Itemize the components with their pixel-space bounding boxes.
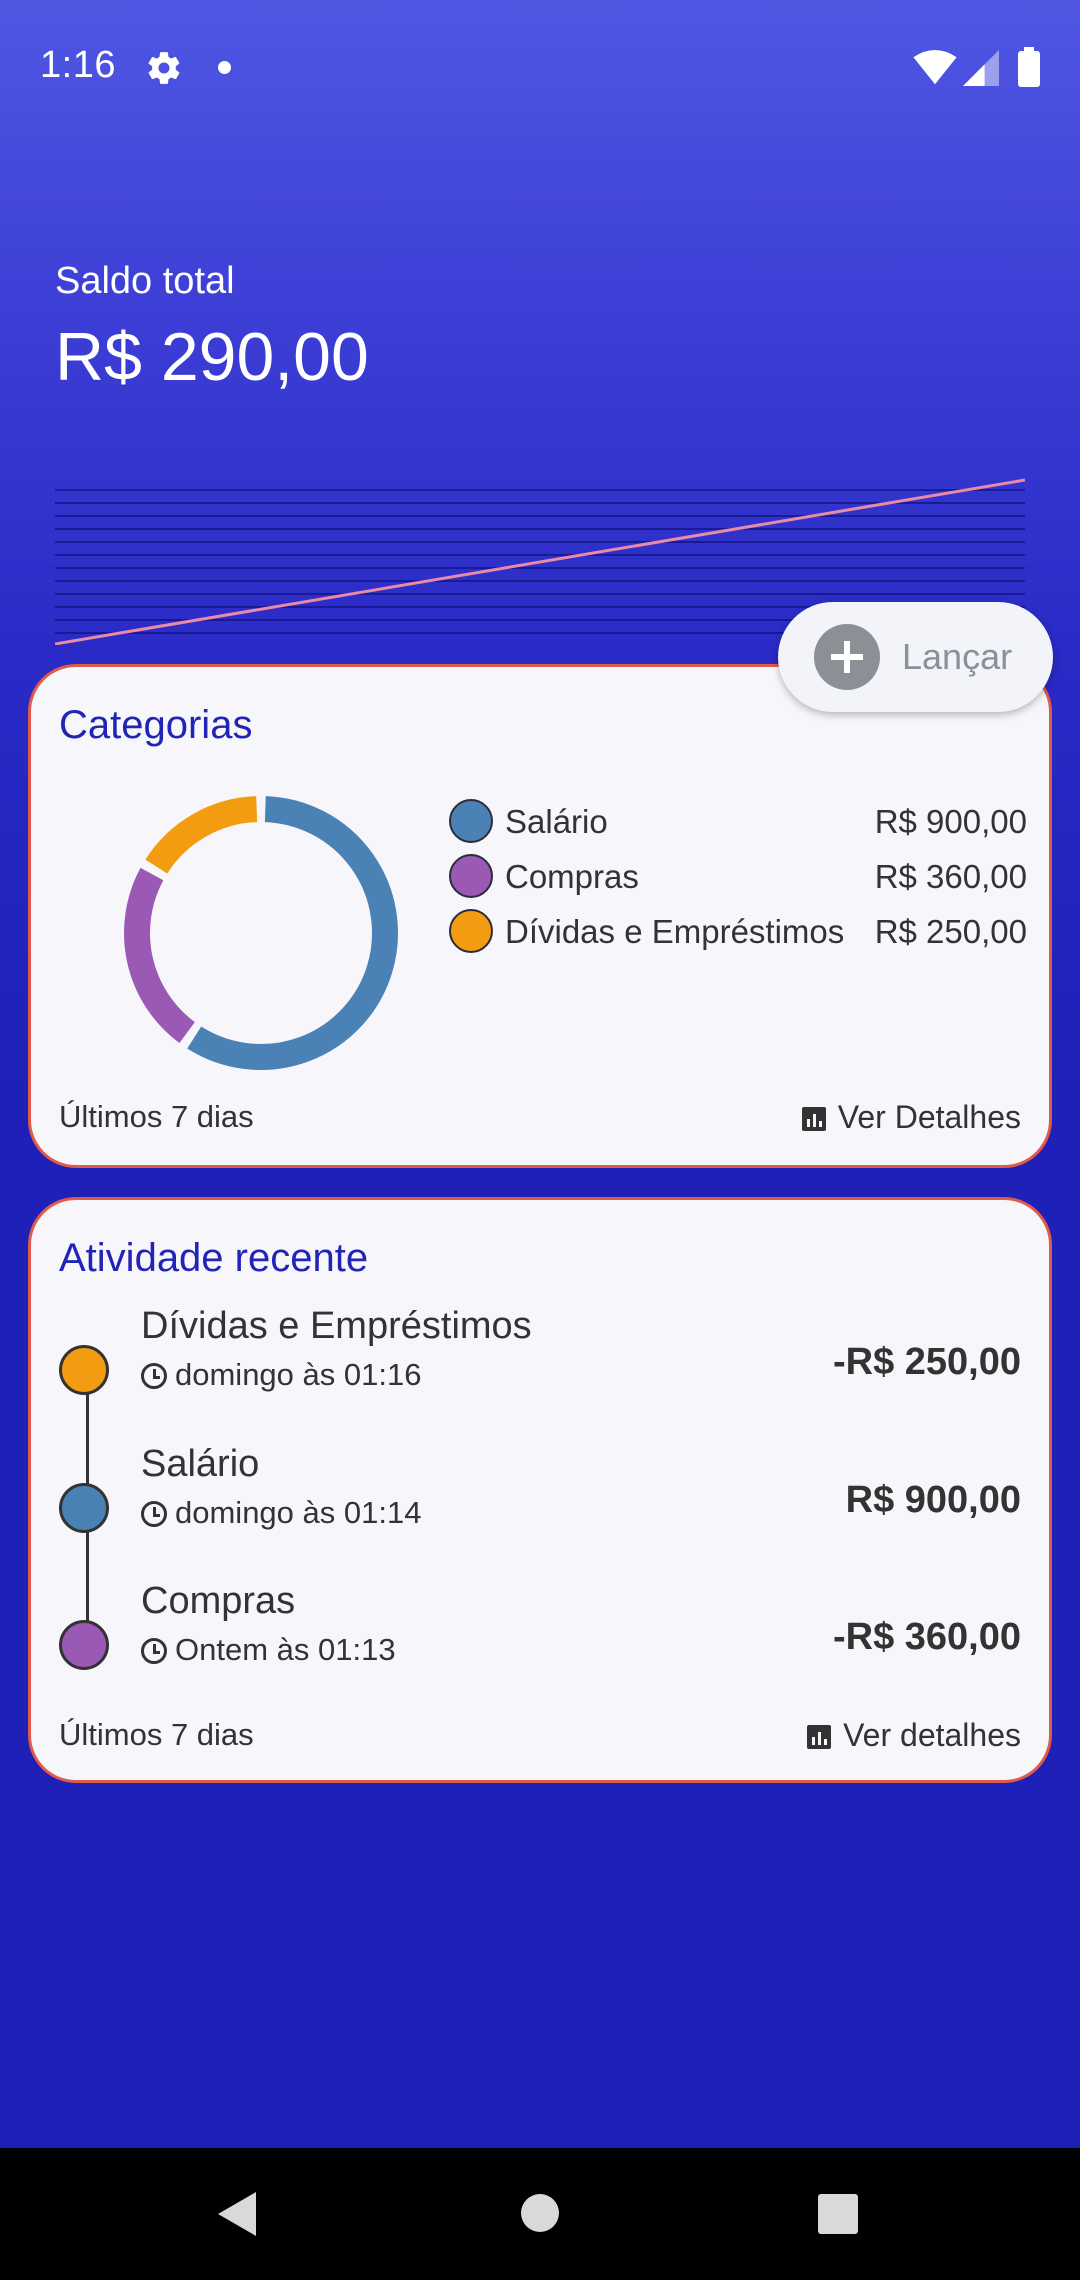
balance-value: R$ 290,00	[55, 319, 369, 395]
launch-button-label: Lançar	[902, 636, 1013, 677]
activity-name: Dívidas e Empréstimos	[141, 1305, 532, 1347]
categories-period: Últimos 7 dias	[59, 1099, 254, 1134]
home-icon[interactable]	[521, 2194, 559, 2232]
balance-label: Saldo total	[55, 260, 235, 302]
app-screen: 1:16 Saldo total R$ 290,00 Lançar Catego…	[0, 0, 1080, 2148]
legend-row: Compras R$ 360,00	[449, 850, 1027, 905]
activity-time-label: domingo às 01:16	[175, 1357, 422, 1392]
legend-swatch	[449, 854, 493, 898]
clock-icon	[141, 1501, 167, 1527]
notification-dot-icon	[218, 61, 231, 74]
legend-name: Dívidas e Empréstimos	[505, 913, 845, 950]
bar-chart-icon	[807, 1725, 832, 1749]
categories-donut-chart	[124, 796, 398, 1070]
activity-dot-icon	[59, 1345, 109, 1395]
legend-row: Salário R$ 900,00	[449, 795, 1027, 850]
recents-icon[interactable]	[818, 2194, 858, 2234]
status-bar: 1:16	[0, 0, 1080, 135]
activity-item[interactable]: Compras Ontem às 01:13 -R$ 360,00	[31, 1580, 1049, 1690]
navigation-bar	[0, 2148, 1080, 2280]
activity-amount: -R$ 250,00	[832, 1341, 1021, 1383]
activity-item[interactable]: Salário domingo às 01:14 R$ 900,00	[31, 1443, 1049, 1553]
activity-time-label: domingo às 01:14	[175, 1495, 422, 1530]
activity-period: Últimos 7 dias	[59, 1717, 254, 1752]
clock-icon	[141, 1363, 167, 1389]
activity-card[interactable]: Atividade recente Dívidas e Empréstimos …	[28, 1197, 1052, 1783]
legend-value: R$ 250,00	[874, 913, 1027, 950]
legend-name: Compras	[505, 858, 639, 895]
activity-name: Salário	[141, 1443, 260, 1485]
activity-name: Compras	[141, 1580, 296, 1622]
donut-slice-2	[145, 796, 258, 874]
legend-value: R$ 360,00	[874, 858, 1027, 895]
legend-swatch	[449, 799, 493, 843]
activity-time: domingo às 01:14	[141, 1495, 421, 1531]
activity-amount: R$ 900,00	[845, 1479, 1021, 1521]
categories-title: Categorias	[59, 703, 253, 747]
add-icon	[814, 624, 880, 690]
activity-dot-icon	[59, 1620, 109, 1670]
legend-swatch	[449, 909, 493, 953]
legend-name: Salário	[505, 803, 608, 840]
legend-value: R$ 900,00	[874, 803, 1027, 840]
signal-icon	[963, 50, 999, 86]
bar-chart-icon	[801, 1107, 826, 1131]
activity-amount: -R$ 360,00	[832, 1616, 1021, 1658]
categories-details-label: Ver Detalhes	[837, 1099, 1021, 1135]
activity-details-label: Ver detalhes	[843, 1717, 1021, 1753]
clock-icon	[141, 1638, 167, 1664]
activity-time-label: Ontem às 01:13	[175, 1632, 396, 1667]
launch-button[interactable]: Lançar	[778, 602, 1053, 712]
activity-item[interactable]: Dívidas e Empréstimos domingo às 01:16 -…	[31, 1305, 1049, 1415]
donut-slice-0	[187, 796, 398, 1070]
activity-time: domingo às 01:16	[141, 1357, 421, 1393]
categories-details-link[interactable]: Ver Detalhes	[801, 1099, 1021, 1136]
legend-row: Dívidas e Empréstimos R$ 250,00	[449, 905, 1027, 960]
activity-dot-icon	[59, 1483, 109, 1533]
back-icon[interactable]	[218, 2192, 256, 2236]
categories-card[interactable]: Categorias Salário R$ 900,00 Compras R$ …	[28, 664, 1052, 1168]
activity-title: Atividade recente	[59, 1236, 369, 1280]
activity-time: Ontem às 01:13	[141, 1632, 396, 1668]
battery-icon	[1018, 47, 1040, 87]
gear-icon	[148, 52, 180, 84]
donut-slice-1	[124, 867, 196, 1044]
categories-legend: Salário R$ 900,00 Compras R$ 360,00 Dívi…	[449, 795, 1027, 960]
status-time: 1:16	[40, 44, 116, 86]
wifi-icon	[913, 50, 957, 85]
activity-details-link[interactable]: Ver detalhes	[807, 1717, 1021, 1754]
